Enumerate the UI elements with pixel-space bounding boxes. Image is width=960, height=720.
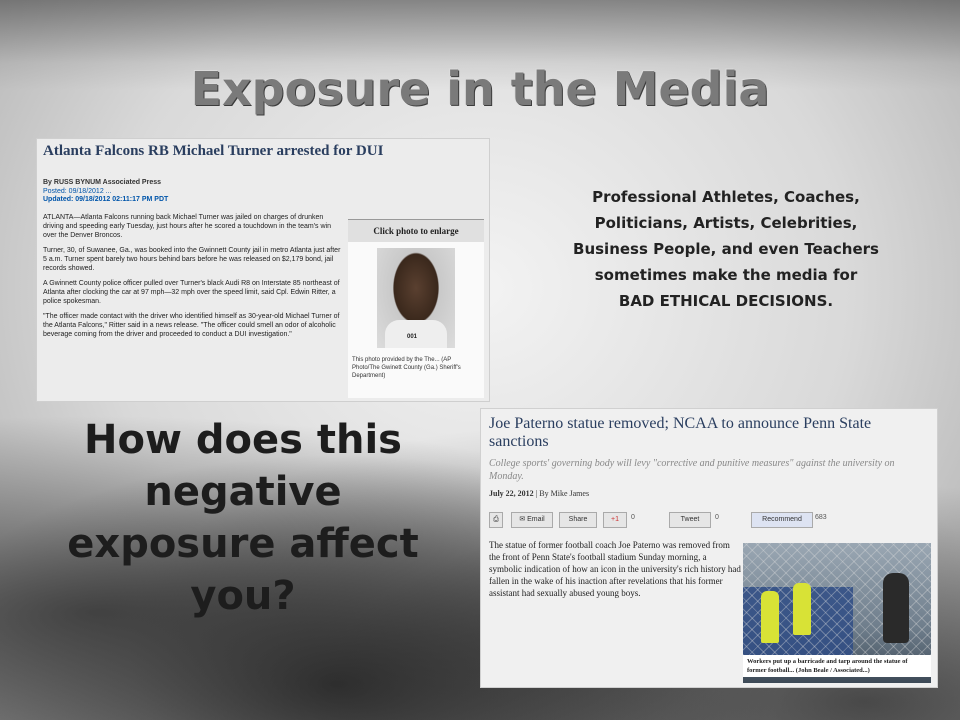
article1-paragraph: "The officer made contact with the drive… (43, 313, 340, 338)
share-label: Share (568, 516, 588, 523)
plus-one-count: 0 (631, 514, 635, 521)
description-line: Professional Athletes, Coaches, (592, 188, 860, 206)
article1-paragraph: A Gwinnett County police officer pulled … (43, 280, 340, 305)
click-to-enlarge-label: Click photo to enlarge (348, 220, 484, 242)
description-line: Business People, and even Teachers (573, 240, 879, 258)
article2-meta: July 22, 2012 | By Mike James (489, 489, 589, 498)
email-button[interactable]: ✉ Email (511, 512, 553, 528)
article2-body: The statue of former football coach Joe … (489, 540, 741, 598)
share-button[interactable]: Share (559, 512, 597, 528)
article2-date: July 22, 2012 (489, 489, 534, 498)
article1-photo-caption: This photo provided by the The... (AP Ph… (352, 357, 461, 379)
article1-updated: Updated: 09/18/2012 02:11:17 PM PDT (43, 196, 169, 203)
recommend-count: 683 (815, 514, 827, 521)
mugshot-tag: 001 (407, 334, 418, 340)
article1-body: ATLANTA—Atlanta Falcons running back Mic… (43, 213, 341, 345)
article2-photo-caption: Workers put up a barricade and tarp arou… (743, 655, 931, 677)
article1-photo-box: Click photo to enlarge 001 This photo pr… (348, 219, 484, 398)
article1-paragraph: ATLANTA—Atlanta Falcons running back Mic… (43, 214, 331, 239)
share-bar: ⎙ ✉ Email Share +1 0 Tweet 0 Recommend 6… (489, 512, 929, 528)
article-paterno-screenshot: Joe Paterno statue removed; NCAA to anno… (480, 408, 938, 688)
article2-deck: College sports' governing body will levy… (489, 458, 895, 482)
description-line: BAD ETHICAL DECISIONS. (618, 292, 834, 310)
article2-headline: Joe Paterno statue removed; NCAA to anno… (489, 415, 872, 450)
article1-posted: Posted: 09/18/2012 ... (43, 188, 112, 195)
article2-author: By Mike James (539, 489, 590, 498)
tweet-count: 0 (715, 514, 719, 521)
plus-one-label: +1 (611, 516, 619, 523)
article-falcons-screenshot: Atlanta Falcons RB Michael Turner arrest… (36, 138, 490, 402)
slide-question: How does this negative exposure affect y… (67, 417, 419, 619)
article1-byline: By RUSS BYNUM Associated Press (43, 179, 162, 186)
print-icon[interactable]: ⎙ (489, 512, 503, 528)
worker-figure (761, 591, 779, 643)
slide-title: Exposure in the Media (190, 62, 770, 116)
recommend-button[interactable]: Recommend (751, 512, 813, 528)
description-line: Politicians, Artists, Celebrities, (594, 214, 858, 232)
description-line: sometimes make the media for (594, 266, 858, 284)
tweet-label: Tweet (680, 516, 700, 523)
email-icon: ✉ (519, 516, 528, 523)
plus-one-button[interactable]: +1 (603, 512, 627, 528)
worker-figure (793, 583, 811, 635)
tweet-button[interactable]: Tweet (669, 512, 711, 528)
article1-headline: Atlanta Falcons RB Michael Turner arrest… (43, 143, 384, 159)
mugshot-photo: 001 (377, 248, 455, 348)
recommend-label: Recommend (762, 516, 802, 523)
article1-paragraph: Turner, 30, of Suwanee, Ga., was booked … (43, 247, 341, 272)
statue-figure (883, 573, 909, 643)
email-label: Email (527, 516, 545, 523)
statue-photo: Workers put up a barricade and tarp arou… (743, 543, 931, 683)
slide-description: Professional Athletes, Coaches, Politici… (530, 184, 922, 314)
